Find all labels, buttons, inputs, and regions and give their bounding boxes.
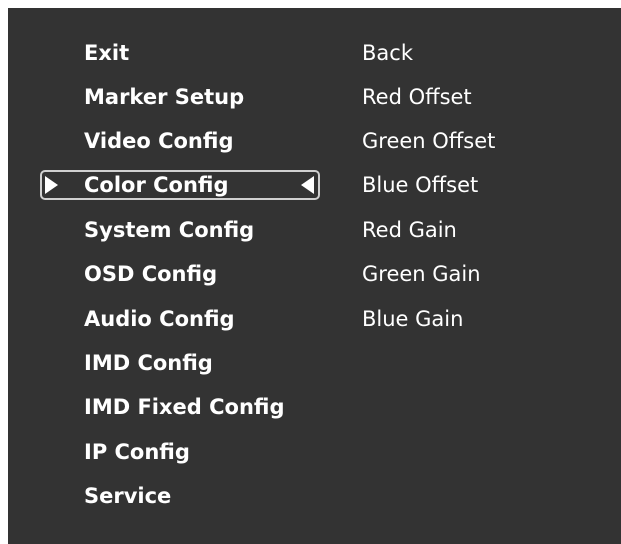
menu-item-imd-config[interactable]: IMD Config [84, 348, 213, 378]
triangle-left-icon [301, 176, 314, 194]
menu-item-marker-setup[interactable]: Marker Setup [84, 82, 244, 112]
sub-item-back[interactable]: Back [362, 38, 413, 68]
sub-item-blue-gain[interactable]: Blue Gain [362, 304, 463, 334]
sub-item-blue-offset[interactable]: Blue Offset [362, 170, 478, 200]
menu-item-audio-config[interactable]: Audio Config [84, 304, 235, 334]
menu-item-video-config[interactable]: Video Config [84, 126, 233, 156]
menu-item-ip-config[interactable]: IP Config [84, 437, 190, 467]
menu-item-imd-fixed-config[interactable]: IMD Fixed Config [84, 392, 285, 422]
sub-item-green-gain[interactable]: Green Gain [362, 259, 481, 289]
sub-item-red-gain[interactable]: Red Gain [362, 215, 457, 245]
menu-item-exit[interactable]: Exit [84, 38, 129, 68]
menu-item-color-config[interactable]: Color Config [84, 170, 229, 200]
menu-item-osd-config[interactable]: OSD Config [84, 259, 217, 289]
menu-item-service[interactable]: Service [84, 481, 171, 511]
menu-item-system-config[interactable]: System Config [84, 215, 254, 245]
triangle-right-icon [45, 176, 58, 194]
sub-item-green-offset[interactable]: Green Offset [362, 126, 495, 156]
sub-item-red-offset[interactable]: Red Offset [362, 82, 472, 112]
